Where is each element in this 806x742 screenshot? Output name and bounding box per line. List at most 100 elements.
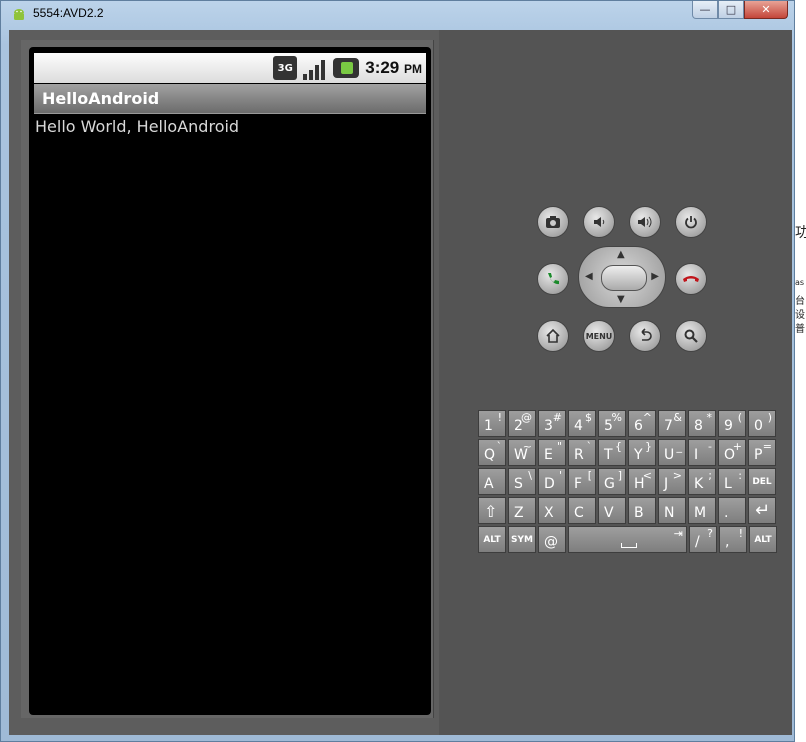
key-label: Y [634,447,643,463]
title-bar[interactable]: 5554:AVD2.2 — □ ✕ [1,1,794,29]
device-screen[interactable]: 3G 3:29 PM HelloAndroid Hello World, Hel… [29,47,431,715]
dpad[interactable]: ▲ ▼ ◀ ▶ [578,246,666,308]
keyboard-key[interactable]: P = [748,439,776,466]
keyboard-key[interactable]: I- [688,439,716,466]
keyboard-key[interactable]: V [598,497,626,524]
key-label: D [544,476,555,492]
alt-right-key[interactable]: ALT [749,526,777,553]
key-label: . [724,505,729,521]
key-alt-label: ( [737,411,742,424]
minimize-button[interactable]: — [692,1,718,19]
dpad-down-icon[interactable]: ▼ [617,294,625,305]
keyboard-key[interactable]: 8 * [688,410,716,437]
keyboard-key[interactable]: 2 @ [508,410,536,437]
search-icon[interactable] [675,320,707,352]
power-icon[interactable] [675,206,707,238]
menu-button[interactable]: MENU [583,320,615,352]
at-key[interactable]: @ [538,526,566,553]
keyboard-key[interactable]: A [478,468,506,495]
keyboard-key[interactable]: J > [658,468,686,495]
keyboard-key[interactable]: 5% [598,410,626,437]
keyboard-key[interactable]: C [568,497,596,524]
slash-key[interactable]: /? [689,526,717,553]
keyboard-key[interactable]: B [628,497,656,524]
key-alt-label: * [706,411,713,424]
keyboard-key[interactable]: 3 # [538,410,566,437]
keyboard-key[interactable]: 7 & [658,410,686,437]
keyboard-key[interactable]: Y} [628,439,656,466]
keyboard-key[interactable]: 4 $ [568,410,596,437]
home-icon[interactable] [537,320,569,352]
keyboard-key[interactable]: K; [688,468,716,495]
key-alt-label: ` [586,440,593,453]
keyboard-key[interactable]: Q ` [478,439,506,466]
volume-down-icon[interactable] [583,206,615,238]
network-3g-icon: 3G [273,56,298,80]
keyboard-key[interactable]: X [538,497,566,524]
comma-key[interactable]: ,! [719,526,747,553]
dpad-left-icon[interactable]: ◀ [585,271,593,282]
keyboard-key[interactable]: U _ [658,439,686,466]
keyboard-key[interactable]: S \ [508,468,536,495]
maximize-button[interactable]: □ [718,1,744,19]
keyboard-key[interactable]: 0) [748,410,776,437]
key-label: J [664,476,669,492]
keyboard-key[interactable]: T{ [598,439,626,466]
key-alt-label: < [642,469,652,482]
key-label: Q [484,447,496,463]
keyboard-key[interactable]: 6 ^ [628,410,656,437]
back-icon[interactable] [629,320,661,352]
keyboard-key[interactable]: H < [628,468,656,495]
call-icon[interactable] [537,263,569,295]
dpad-right-icon[interactable]: ▶ [651,271,659,282]
dpad-center-button[interactable] [601,265,647,291]
key-alt-label: \ [528,469,532,482]
keyboard-key[interactable]: W ~ [508,439,536,466]
keyboard-key[interactable]: 9( [718,410,746,437]
keyboard-key[interactable]: E " [538,439,566,466]
key-label: ↵ [755,500,771,521]
keyboard-key[interactable]: Z [508,497,536,524]
keyboard-key[interactable]: 1! [478,410,506,437]
alt-left-key[interactable]: ALT [478,526,506,553]
bg-glyph: 设 [795,310,805,321]
keyboard-key[interactable]: . [718,497,746,524]
keyboard-key[interactable]: R ` [568,439,596,466]
sym-key[interactable]: SYM [508,526,536,553]
key-label: E [544,447,553,463]
keyboard-key[interactable]: O + [718,439,746,466]
dpad-up-icon[interactable]: ▲ [617,249,625,260]
keyboard-key[interactable]: N [658,497,686,524]
key-label: K [694,476,704,492]
key-label: M [694,505,707,521]
camera-icon[interactable] [537,206,569,238]
keyboard-key[interactable]: ↵ [748,497,776,524]
volume-up-icon[interactable] [629,206,661,238]
space-key[interactable]: ⇥ [568,526,687,553]
key-alt-label: ) [767,411,772,424]
background-window: 功 as 台 设 普 [795,0,806,742]
key-alt-label: [ [587,469,592,482]
key-alt-label: & [673,411,682,424]
key-label: G [604,476,615,492]
key-alt-label: = [762,440,772,453]
end-call-icon[interactable] [675,263,707,295]
key-alt-label: { [615,440,622,453]
keyboard-key[interactable]: M [688,497,716,524]
key-label: DEL [752,476,772,487]
key-label: R [574,447,584,463]
key-alt-label: ~ [522,440,532,453]
emulator-body: 3G 3:29 PM HelloAndroid Hello World, Hel… [9,30,792,735]
control-panel: ▲ ▼ ◀ ▶ MENU 1! 2 @3 #4 $5% 6 ^ 7 & 8 * 9(0 [439,30,792,735]
keyboard-key[interactable]: DEL [748,468,776,495]
keyboard-key[interactable]: D ' [538,468,566,495]
keyboard-key[interactable]: L: [718,468,746,495]
keyboard-key[interactable]: G] [598,468,626,495]
key-label: , [725,534,730,550]
keyboard-key[interactable]: ⇧ [478,497,506,524]
keyboard-key[interactable]: F[ [568,468,596,495]
key-alt-label: ? [707,527,713,540]
key-label: 7 [664,418,673,434]
key-alt-label: - [708,440,712,453]
close-button[interactable]: ✕ [744,1,788,19]
